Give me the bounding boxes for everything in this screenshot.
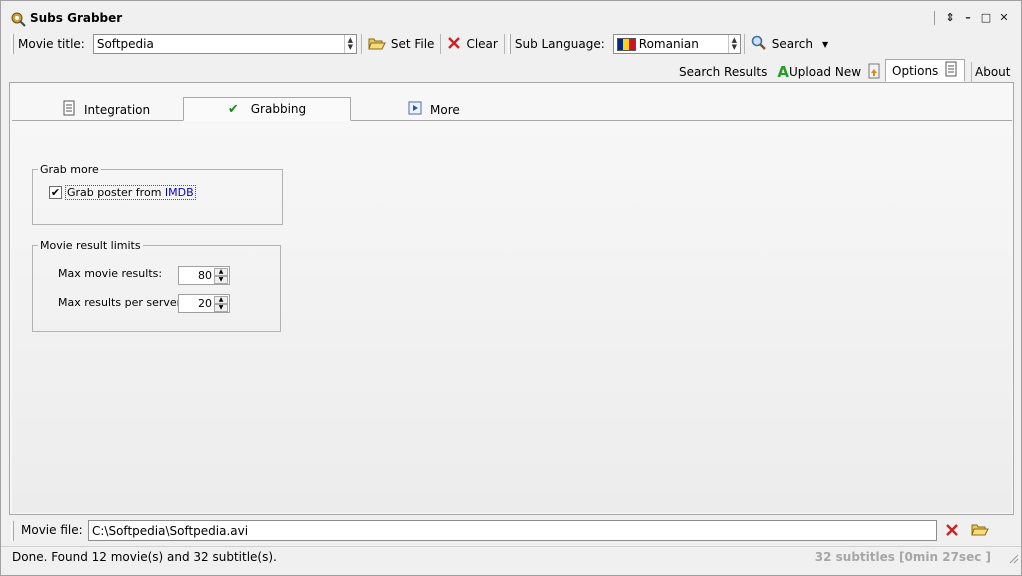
checkmark-icon: ✔ — [227, 101, 239, 117]
magnifier-icon — [751, 35, 767, 54]
clear-button[interactable]: Clear — [443, 33, 501, 55]
window-title: Subs Grabber — [30, 11, 123, 25]
sub-language-dropdown-icon[interactable]: ▲ ▼ — [727, 35, 740, 53]
search-button[interactable]: Search ▼ — [747, 33, 832, 55]
main-tab-strip: Search Results A Upload New Options Abou… — [9, 59, 1014, 83]
tab-upload-new[interactable]: Upload New — [783, 61, 887, 83]
max-per-server-value: 20 — [198, 297, 212, 310]
maximize-button[interactable]: □ — [979, 11, 993, 25]
movie-result-limits-legend: Movie result limits — [40, 239, 141, 252]
divider — [360, 34, 362, 54]
open-folder-icon — [368, 36, 386, 53]
search-label: Search — [771, 37, 813, 51]
tab-search-results[interactable]: Search Results A — [673, 61, 795, 83]
movie-title-value: Softpedia — [96, 37, 154, 51]
max-movie-results-stepper[interactable]: 80 ▲ ▼ — [178, 266, 230, 285]
movie-file-value: C:\Softpedia\Softpedia.avi — [92, 523, 249, 538]
movie-title-dropdown-icon[interactable]: ▲ ▼ — [343, 35, 356, 53]
resize-grip-icon[interactable] — [1007, 552, 1019, 564]
clear-label: Clear — [466, 37, 498, 51]
tab-integration-label: Integration — [84, 102, 151, 117]
movie-title-label: Movie title: — [18, 37, 85, 51]
sub-language-select[interactable]: Romanian ▲ ▼ — [612, 34, 741, 54]
tab-integration[interactable]: Integration — [52, 98, 160, 121]
movie-file-input[interactable]: C:\Softpedia\Softpedia.avi — [88, 520, 937, 541]
status-bar: Done. Found 12 movie(s) and 32 subtitle(… — [1, 546, 1021, 566]
settings-doc-icon — [944, 61, 958, 80]
status-message: Done. Found 12 movie(s) and 32 subtitle(… — [12, 550, 277, 564]
options-content: Integration ✔ Grabbing More Grab more ✔ … — [9, 83, 1014, 515]
main-toolbar: Movie title: Softpedia ▲ ▼ Set File Clear — [9, 31, 1014, 57]
grab-poster-label[interactable]: Grab poster from IMDB — [65, 185, 196, 200]
title-bar: Subs Grabber ⇕ – □ ✕ — [1, 9, 1021, 29]
app-logo-icon — [10, 11, 26, 27]
max-per-server-label: Max results per server: — [58, 296, 185, 309]
divider — [934, 11, 935, 25]
grab-more-legend: Grab more — [40, 163, 99, 176]
options-subtab-strip: Integration ✔ Grabbing More — [12, 96, 1012, 121]
play-doc-icon — [408, 101, 422, 118]
window-controls: ⇕ – □ ✕ — [934, 11, 1011, 25]
tab-search-results-label: Search Results — [679, 65, 768, 79]
movie-result-limits-group: Movie result limits — [32, 239, 281, 332]
max-movie-results-label: Max movie results: — [58, 267, 163, 280]
integration-icon — [62, 100, 76, 119]
grab-poster-checkbox[interactable]: ✔ — [49, 186, 62, 199]
increment-arrow-icon[interactable]: ▲ — [214, 268, 228, 276]
restore-button[interactable]: ⇕ — [943, 11, 957, 25]
increment-arrow-icon[interactable]: ▲ — [214, 296, 228, 304]
divider — [503, 34, 505, 54]
movie-title-combo[interactable]: Softpedia ▲ ▼ — [92, 34, 357, 54]
decrement-arrow-icon[interactable]: ▼ — [214, 304, 228, 312]
max-movie-results-value: 80 — [198, 269, 212, 282]
romania-flag-icon — [616, 37, 636, 51]
tab-about-label: About — [975, 65, 1011, 79]
grab-poster-text: Grab poster from — [67, 186, 165, 199]
tab-about[interactable]: About — [969, 61, 1016, 83]
stepper-arrows[interactable]: ▲ ▼ — [214, 296, 228, 312]
app-window: Subs Grabber ⇕ – □ ✕ Movie title: Softpe… — [0, 0, 1022, 576]
movie-file-bar: Movie file: C:\Softpedia\Softpedia.avi — [9, 519, 1014, 543]
decrement-arrow-icon[interactable]: ▼ — [214, 276, 228, 284]
tab-grabbing[interactable]: ✔ Grabbing — [183, 97, 351, 121]
grabbing-panel: Grab more ✔ Grab poster from IMDB Movie … — [12, 121, 1012, 513]
stepper-arrows[interactable]: ▲ ▼ — [214, 268, 228, 284]
set-file-button[interactable]: Set File — [364, 33, 439, 55]
chevron-down-icon[interactable]: ▼ — [822, 40, 828, 49]
tab-options[interactable]: Options — [885, 59, 966, 82]
tab-more-label: More — [430, 102, 460, 117]
max-per-server-stepper[interactable]: 20 ▲ ▼ — [178, 294, 230, 313]
movie-file-label: Movie file: — [21, 523, 83, 537]
open-folder-icon[interactable] — [971, 522, 989, 539]
sub-language-label: Sub Language: — [514, 37, 605, 51]
toolbar-grip[interactable] — [11, 521, 14, 541]
status-subtitle-count: 32 subtitles [0min 27sec ] — [814, 550, 991, 564]
upload-icon — [867, 63, 881, 82]
tab-options-label: Options — [892, 63, 939, 78]
divider — [440, 34, 442, 54]
toolbar-grip[interactable] — [507, 34, 511, 54]
toolbar-grip[interactable] — [11, 34, 14, 54]
tab-grabbing-label: Grabbing — [250, 102, 307, 116]
divider — [743, 34, 745, 54]
set-file-label: Set File — [390, 37, 435, 51]
clear-file-x-icon[interactable] — [945, 523, 959, 540]
clear-x-icon — [447, 36, 461, 53]
tab-more[interactable]: More — [398, 98, 470, 121]
imdb-link[interactable]: IMDB — [165, 186, 194, 199]
tab-upload-new-label: Upload New — [789, 65, 862, 79]
sub-language-value: Romanian — [638, 37, 699, 51]
close-button[interactable]: ✕ — [997, 11, 1011, 25]
minimize-button[interactable]: – — [961, 11, 975, 25]
